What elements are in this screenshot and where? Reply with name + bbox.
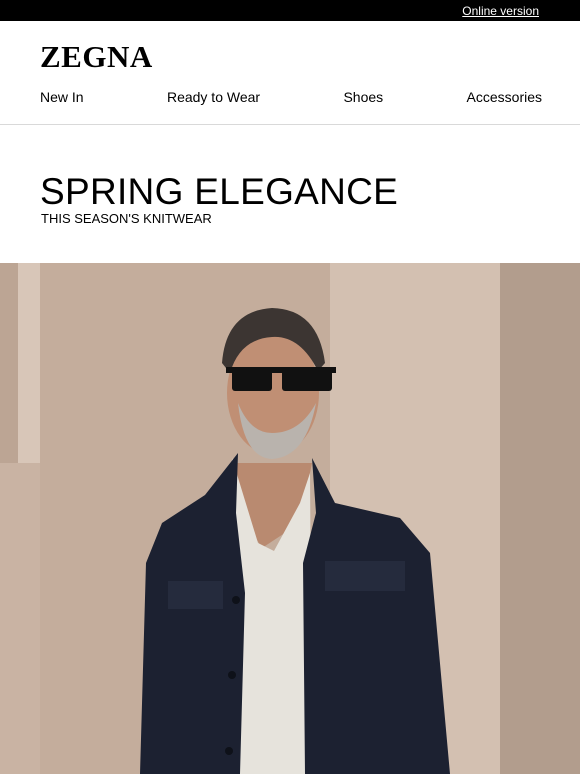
hero-image[interactable] [0,263,580,774]
nav-item-ready-to-wear[interactable]: Ready to Wear [167,89,260,105]
online-version-link[interactable]: Online version [462,4,539,18]
intro-section: SPRING ELEGANCE THIS SEASON'S KNITWEAR [0,125,580,263]
top-bar: Online version [0,0,580,21]
main-nav: New In Ready to Wear Shoes Accessories [40,89,542,105]
nav-item-new-in[interactable]: New In [40,89,84,105]
header: ZEGNA New In Ready to Wear Shoes Accesso… [0,21,580,125]
nav-item-accessories[interactable]: Accessories [467,89,542,105]
hero-photo [0,263,580,774]
page-title: SPRING ELEGANCE [40,171,399,212]
nav-item-shoes[interactable]: Shoes [343,89,383,105]
brand-logo[interactable]: ZEGNA [40,39,153,75]
page-subtitle: THIS SEASON'S KNITWEAR [41,211,212,226]
